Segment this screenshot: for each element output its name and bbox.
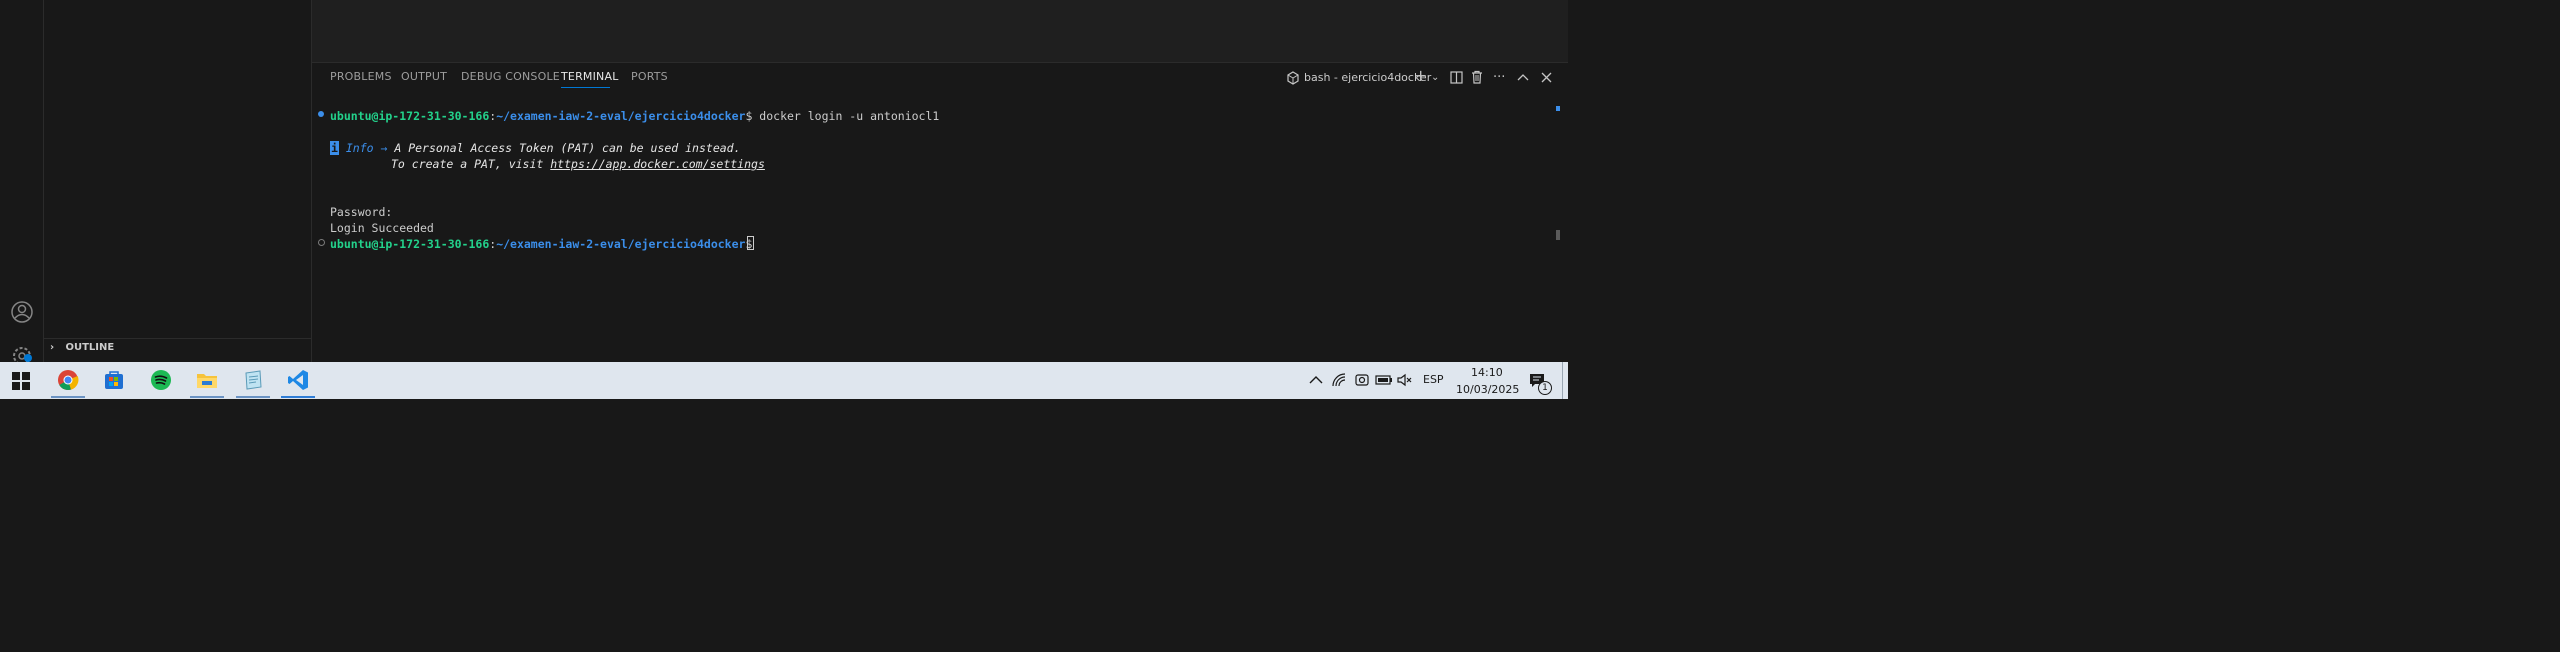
chevron-down-icon[interactable]: ⌄ xyxy=(1431,70,1439,86)
chrome-icon[interactable] xyxy=(57,369,79,391)
maximize-panel-icon[interactable] xyxy=(1517,72,1529,82)
vscode-running-indicator xyxy=(281,396,315,398)
tab-debug-console[interactable]: DEBUG CONSOLE xyxy=(461,70,560,83)
camera-privacy-icon[interactable] xyxy=(1354,373,1370,387)
terminal-line-prompt: ubuntu@ip-172-31-30-166:~/examen-iaw-2-e… xyxy=(330,237,759,251)
prompt-path: ~/examen-iaw-2-eval/ejercicio4docker xyxy=(496,237,746,251)
prompt-user: ubuntu@ip-172-31-30-166 xyxy=(330,237,490,251)
microsoft-store-icon[interactable] xyxy=(103,369,125,391)
new-terminal-icon[interactable]: + xyxy=(1414,68,1427,84)
info-icon: i xyxy=(330,141,339,155)
terminal-line-1: ubuntu@ip-172-31-30-166:~/examen-iaw-2-e… xyxy=(330,109,939,123)
more-actions-icon[interactable]: ··· xyxy=(1493,70,1505,86)
close-panel-icon[interactable] xyxy=(1541,72,1552,83)
spotify-icon[interactable] xyxy=(150,369,172,391)
trash-icon[interactable] xyxy=(1471,70,1483,84)
gear-icon[interactable] xyxy=(10,344,34,362)
divider xyxy=(44,338,311,339)
clock-time[interactable]: 14:10 xyxy=(1471,366,1503,379)
scrollbar-marker xyxy=(1556,106,1560,111)
command-text: docker login -u antoniocl1 xyxy=(759,109,940,123)
terminal-info-line-2: To create a PAT, visit https://app.docke… xyxy=(391,157,765,171)
command-success-decoration[interactable] xyxy=(318,111,324,117)
info-text: A Personal Access Token (PAT) can be use… xyxy=(394,141,741,155)
tab-ports[interactable]: PORTS xyxy=(631,70,668,83)
terminal-instance-name[interactable]: bash - ejercicio4docker xyxy=(1304,71,1431,84)
notification-count-badge: 1 xyxy=(1538,381,1552,395)
active-tab-indicator xyxy=(561,87,610,88)
tab-problems[interactable]: PROBLEMS xyxy=(330,70,392,83)
input-language[interactable]: ESP xyxy=(1423,373,1444,386)
battery-icon[interactable] xyxy=(1375,374,1393,386)
login-status-line: Login Succeeded xyxy=(330,221,434,235)
panel xyxy=(312,63,1568,362)
command-pending-decoration xyxy=(318,239,325,246)
notepad-running-indicator xyxy=(236,396,270,398)
split-terminal-icon[interactable] xyxy=(1450,71,1463,84)
file-explorer-icon[interactable] xyxy=(196,369,218,391)
terminal-shell-icon xyxy=(1287,71,1299,85)
network-icon[interactable] xyxy=(1331,372,1347,388)
docker-settings-link[interactable]: https://app.docker.com/settings xyxy=(550,157,765,171)
scrollbar-thumb[interactable] xyxy=(1556,230,1560,240)
notepad-icon[interactable] xyxy=(242,369,264,391)
tab-terminal[interactable]: TERMINAL xyxy=(561,70,619,83)
prompt-path: ~/examen-iaw-2-eval/ejercicio4docker xyxy=(496,109,746,123)
chrome-running-indicator xyxy=(51,396,85,398)
explorer-running-indicator xyxy=(190,396,224,398)
info-label: Info → xyxy=(345,141,395,155)
info-text-2: To create a PAT, visit xyxy=(391,157,551,171)
outline-label: OUTLINE xyxy=(65,342,115,353)
chevron-up-icon[interactable] xyxy=(1309,375,1323,385)
clock-date[interactable]: 10/03/2025 xyxy=(1456,383,1519,396)
tab-output[interactable]: OUTPUT xyxy=(401,70,447,83)
volume-muted-icon[interactable] xyxy=(1397,373,1413,387)
chevron-right-icon: › xyxy=(50,342,55,353)
prompt-user: ubuntu@ip-172-31-30-166 xyxy=(330,109,490,123)
sidebar: › OUTLINE xyxy=(44,0,312,362)
show-desktop-button[interactable] xyxy=(1562,362,1563,399)
outline-section-header[interactable]: › OUTLINE xyxy=(50,342,114,353)
password-line: Password: xyxy=(330,205,393,219)
accounts-icon[interactable] xyxy=(10,300,34,324)
editor-area xyxy=(312,0,1568,63)
prompt-dollar: $ xyxy=(745,109,760,123)
terminal-cursor[interactable] xyxy=(747,236,754,250)
terminal-info-line: i Info → A Personal Access Token (PAT) c… xyxy=(330,141,741,155)
activity-bar xyxy=(0,0,44,362)
vscode-icon[interactable] xyxy=(287,369,309,391)
windows-start-icon[interactable] xyxy=(12,372,30,390)
